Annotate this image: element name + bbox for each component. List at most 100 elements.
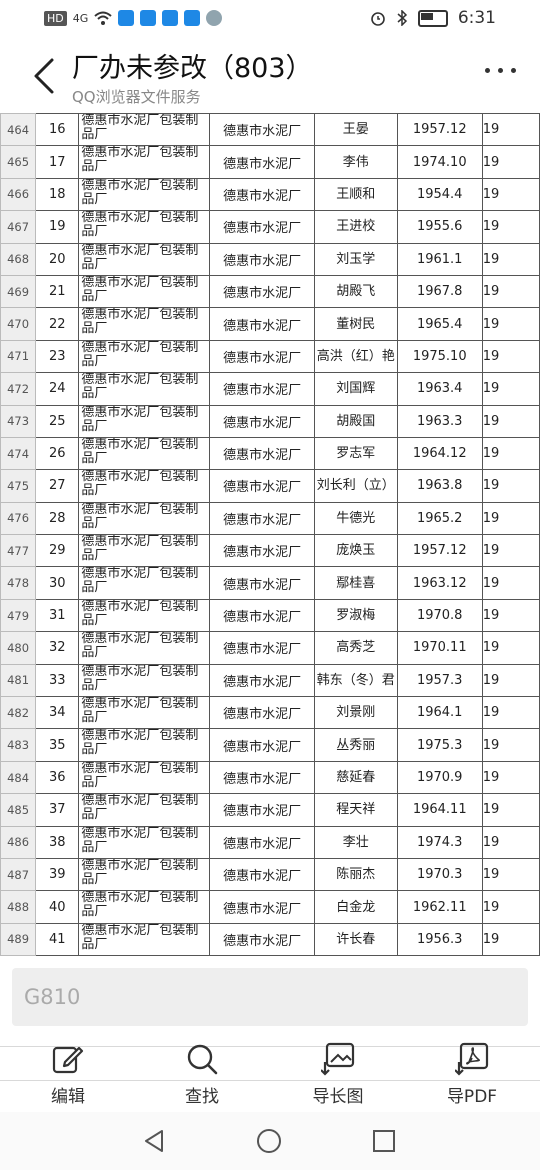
- date-cell[interactable]: 1974.3: [396, 825, 483, 859]
- table-row[interactable]: 474 26 德惠市水泥厂包装制 品厂 德惠市水泥厂 罗志军 1964.12 19: [0, 436, 540, 471]
- name-cell[interactable]: 刘玉学: [313, 242, 398, 276]
- year-cell[interactable]: 19: [481, 501, 540, 536]
- unit-cell[interactable]: 德惠市水泥厂包装制 品厂: [78, 760, 211, 795]
- date-cell[interactable]: 1964.12: [396, 436, 483, 471]
- name-cell[interactable]: 罗淑梅: [313, 598, 398, 633]
- name-cell[interactable]: 李伟: [313, 145, 398, 179]
- name-cell[interactable]: 陈丽杰: [313, 857, 398, 892]
- date-cell[interactable]: 1964.11: [396, 793, 483, 827]
- table-row[interactable]: 485 37 德惠市水泥厂包装制 品厂 德惠市水泥厂 程天祥 1964.11 19: [0, 793, 540, 827]
- find-button[interactable]: 查找: [152, 1040, 252, 1107]
- row-number-cell[interactable]: 489: [0, 922, 37, 957]
- date-cell[interactable]: 1962.11: [396, 890, 483, 924]
- row-number-cell[interactable]: 469: [0, 274, 37, 309]
- table-row[interactable]: 472 24 德惠市水泥厂包装制 品厂 德惠市水泥厂 刘国辉 1963.4 19: [0, 372, 540, 406]
- date-cell[interactable]: 1970.3: [396, 857, 483, 892]
- unit-cell[interactable]: 德惠市水泥厂包装制 品厂: [78, 436, 211, 471]
- unit-cell[interactable]: 德惠市水泥厂包装制 品厂: [78, 469, 211, 503]
- year-cell[interactable]: 19: [481, 857, 540, 892]
- factory-cell[interactable]: 德惠市水泥厂: [209, 145, 315, 179]
- name-cell[interactable]: 韩东（冬）君: [313, 663, 398, 698]
- row-number-cell[interactable]: 468: [0, 242, 37, 276]
- table-row[interactable]: 481 33 德惠市水泥厂包装制 品厂 德惠市水泥厂 韩东（冬）君 1957.3 19: [0, 663, 540, 698]
- year-cell[interactable]: 19: [481, 210, 540, 244]
- date-cell[interactable]: 1954.4: [396, 177, 483, 212]
- factory-cell[interactable]: 德惠市水泥厂: [209, 112, 315, 147]
- year-cell[interactable]: 19: [481, 436, 540, 471]
- table-row[interactable]: 464 16 德惠市水泥厂包装制 品厂 德惠市水泥厂 王晏 1957.12 19: [0, 112, 540, 147]
- unit-cell[interactable]: 德惠市水泥厂包装制 品厂: [78, 696, 211, 730]
- date-cell[interactable]: 1970.9: [396, 760, 483, 795]
- factory-cell[interactable]: 德惠市水泥厂: [209, 177, 315, 212]
- unit-cell[interactable]: 德惠市水泥厂包装制 品厂: [78, 274, 211, 309]
- factory-cell[interactable]: 德惠市水泥厂: [209, 469, 315, 503]
- table-row[interactable]: 479 31 德惠市水泥厂包装制 品厂 德惠市水泥厂 罗淑梅 1970.8 19: [0, 598, 540, 633]
- date-cell[interactable]: 1961.1: [396, 242, 483, 276]
- factory-cell[interactable]: 德惠市水泥厂: [209, 501, 315, 536]
- year-cell[interactable]: 19: [481, 469, 540, 503]
- table-row[interactable]: 466 18 德惠市水泥厂包装制 品厂 德惠市水泥厂 王顺和 1954.4 19: [0, 177, 540, 212]
- year-cell[interactable]: 19: [481, 307, 540, 341]
- factory-cell[interactable]: 德惠市水泥厂: [209, 663, 315, 698]
- row-number-cell[interactable]: 483: [0, 728, 37, 762]
- factory-cell[interactable]: 德惠市水泥厂: [209, 242, 315, 276]
- row-number-cell[interactable]: 472: [0, 372, 37, 406]
- unit-cell[interactable]: 德惠市水泥厂包装制 品厂: [78, 566, 211, 600]
- row-number-cell[interactable]: 480: [0, 631, 37, 665]
- date-cell[interactable]: 1963.3: [396, 404, 483, 438]
- date-cell[interactable]: 1963.4: [396, 372, 483, 406]
- table-row[interactable]: 468 20 德惠市水泥厂包装制 品厂 德惠市水泥厂 刘玉学 1961.1 19: [0, 242, 540, 276]
- table-row[interactable]: 473 25 德惠市水泥厂包装制 品厂 德惠市水泥厂 胡殿国 1963.3 19: [0, 404, 540, 438]
- factory-cell[interactable]: 德惠市水泥厂: [209, 210, 315, 244]
- factory-cell[interactable]: 德惠市水泥厂: [209, 825, 315, 859]
- edit-button[interactable]: 编辑: [18, 1040, 118, 1107]
- table-row[interactable]: 487 39 德惠市水泥厂包装制 品厂 德惠市水泥厂 陈丽杰 1970.3 19: [0, 857, 540, 892]
- unit-cell[interactable]: 德惠市水泥厂包装制 品厂: [78, 857, 211, 892]
- table-row[interactable]: 467 19 德惠市水泥厂包装制 品厂 德惠市水泥厂 王进校 1955.6 19: [0, 210, 540, 244]
- name-cell[interactable]: 胡殿国: [313, 404, 398, 438]
- year-cell[interactable]: 19: [481, 696, 540, 730]
- year-cell[interactable]: 19: [481, 631, 540, 665]
- unit-cell[interactable]: 德惠市水泥厂包装制 品厂: [78, 825, 211, 859]
- factory-cell[interactable]: 德惠市水泥厂: [209, 890, 315, 924]
- table-row[interactable]: 477 29 德惠市水泥厂包装制 品厂 德惠市水泥厂 庞焕玉 1957.12 19: [0, 534, 540, 568]
- year-cell[interactable]: 19: [481, 242, 540, 276]
- name-cell[interactable]: 董树民: [313, 307, 398, 341]
- sequence-cell[interactable]: 20: [35, 242, 80, 276]
- year-cell[interactable]: 19: [481, 177, 540, 212]
- row-number-cell[interactable]: 485: [0, 793, 37, 827]
- sequence-cell[interactable]: 37: [35, 793, 80, 827]
- date-cell[interactable]: 1975.10: [396, 339, 483, 374]
- name-cell[interactable]: 王晏: [313, 112, 398, 147]
- sequence-cell[interactable]: 38: [35, 825, 80, 859]
- unit-cell[interactable]: 德惠市水泥厂包装制 品厂: [78, 793, 211, 827]
- sequence-cell[interactable]: 27: [35, 469, 80, 503]
- back-arrow-icon[interactable]: [30, 56, 60, 96]
- year-cell[interactable]: 19: [481, 112, 540, 147]
- date-cell[interactable]: 1963.12: [396, 566, 483, 600]
- table-row[interactable]: 486 38 德惠市水泥厂包装制 品厂 德惠市水泥厂 李壮 1974.3 19: [0, 825, 540, 859]
- sequence-cell[interactable]: 19: [35, 210, 80, 244]
- name-cell[interactable]: 牛德光: [313, 501, 398, 536]
- factory-cell[interactable]: 德惠市水泥厂: [209, 922, 315, 957]
- date-cell[interactable]: 1957.3: [396, 663, 483, 698]
- factory-cell[interactable]: 德惠市水泥厂: [209, 436, 315, 471]
- row-number-cell[interactable]: 465: [0, 145, 37, 179]
- year-cell[interactable]: 19: [481, 663, 540, 698]
- unit-cell[interactable]: 德惠市水泥厂包装制 品厂: [78, 663, 211, 698]
- table-row[interactable]: 480 32 德惠市水泥厂包装制 品厂 德惠市水泥厂 高秀芝 1970.11 19: [0, 631, 540, 665]
- name-cell[interactable]: 白金龙: [313, 890, 398, 924]
- sequence-cell[interactable]: 25: [35, 404, 80, 438]
- row-number-cell[interactable]: 486: [0, 825, 37, 859]
- unit-cell[interactable]: 德惠市水泥厂包装制 品厂: [78, 922, 211, 957]
- unit-cell[interactable]: 德惠市水泥厂包装制 品厂: [78, 631, 211, 665]
- row-number-cell[interactable]: 482: [0, 696, 37, 730]
- name-cell[interactable]: 高洪（红）艳: [313, 339, 398, 374]
- sequence-cell[interactable]: 30: [35, 566, 80, 600]
- date-cell[interactable]: 1956.3: [396, 922, 483, 957]
- year-cell[interactable]: 19: [481, 274, 540, 309]
- sequence-cell[interactable]: 40: [35, 890, 80, 924]
- sequence-cell[interactable]: 17: [35, 145, 80, 179]
- name-cell[interactable]: 刘长利（立）: [313, 469, 398, 503]
- row-number-cell[interactable]: 487: [0, 857, 37, 892]
